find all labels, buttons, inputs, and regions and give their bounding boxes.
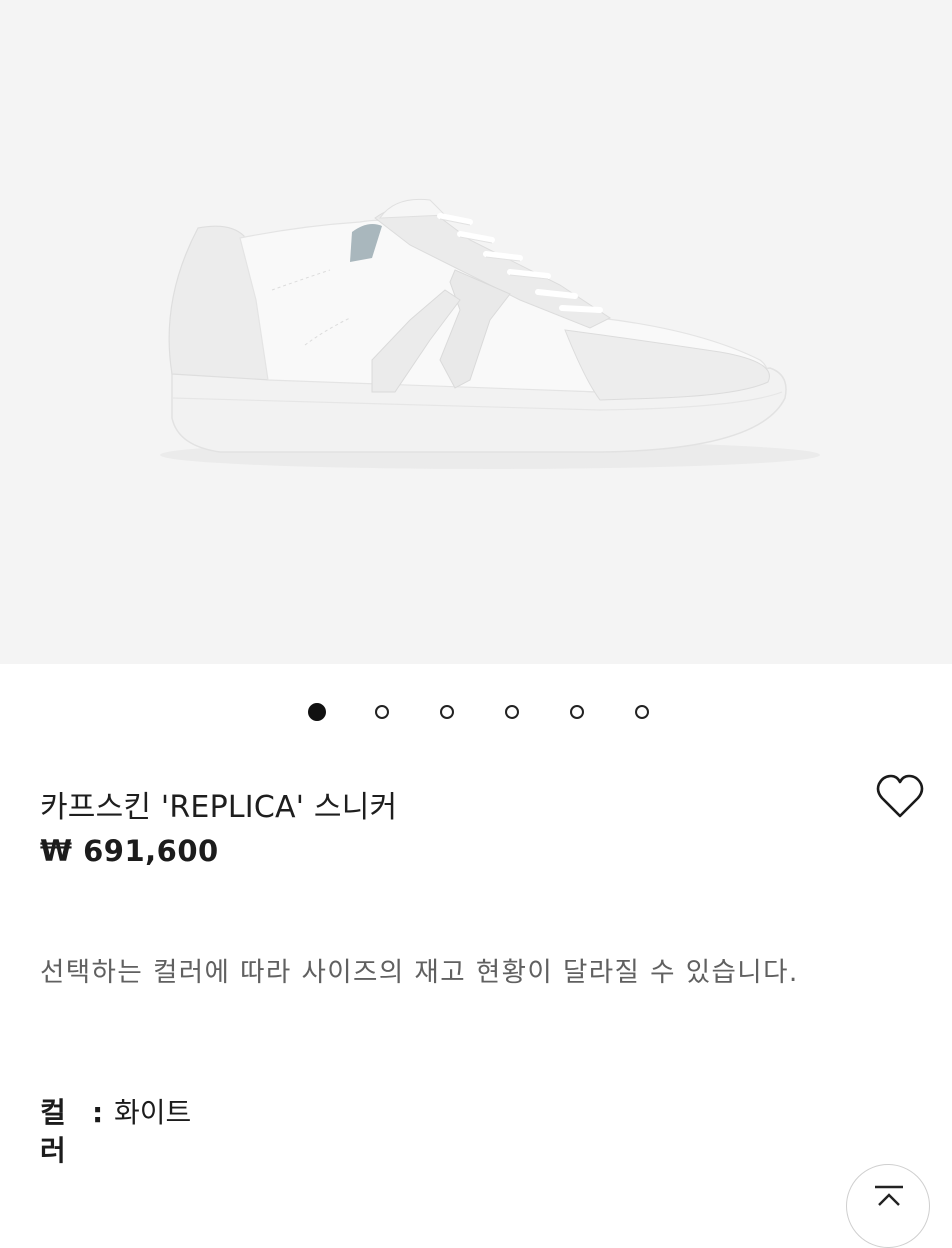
gallery-dot-4[interactable] — [505, 705, 519, 719]
product-image-gallery[interactable] — [0, 0, 952, 664]
scroll-top-button[interactable] — [846, 1164, 930, 1248]
gallery-dot-2[interactable] — [375, 705, 389, 719]
color-option-value[interactable]: 화이트 — [114, 1094, 191, 1132]
stock-notice: 선택하는 컬러에 따라 사이즈의 재고 현황이 달라질 수 있습니다. — [40, 957, 799, 988]
gallery-dot-1[interactable] — [308, 703, 326, 721]
gallery-dot-5[interactable] — [570, 705, 584, 719]
color-option-label: 컬러 — [40, 1096, 66, 1167]
color-option-separator: : — [92, 1096, 104, 1129]
product-title: 카프스킨 'REPLICA' 스니커 — [40, 790, 398, 825]
product-price: ₩ 691,600 — [40, 834, 219, 868]
heart-outline-icon[interactable] — [874, 772, 926, 820]
arrow-up-icon — [875, 1185, 903, 1206]
gallery-dot-6[interactable] — [635, 705, 649, 719]
gallery-pagination — [0, 703, 952, 724]
sneaker-image — [160, 198, 820, 469]
gallery-dot-3[interactable] — [440, 705, 454, 719]
